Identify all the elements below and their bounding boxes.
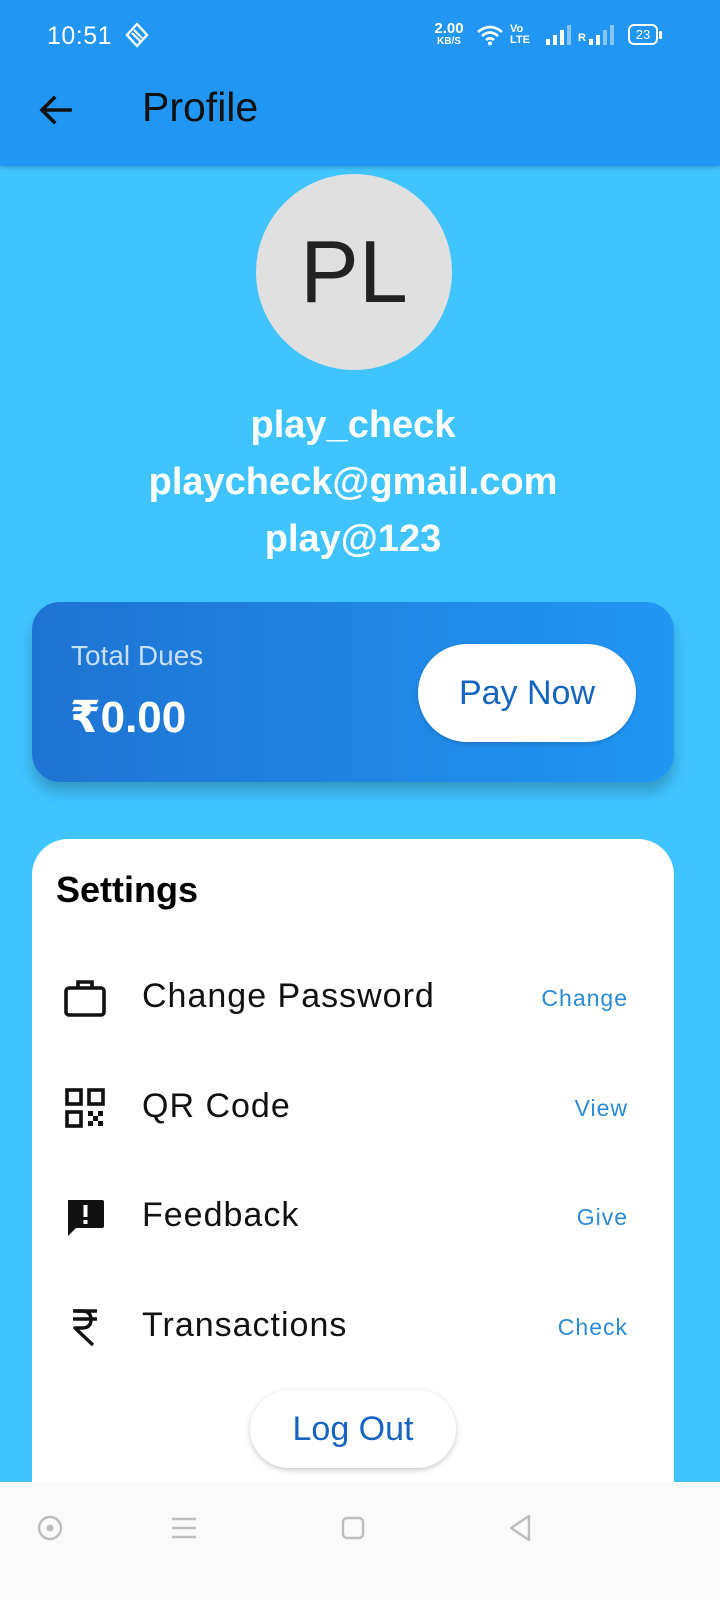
settings-item-label: QR Code <box>142 1087 291 1125</box>
menu-icon[interactable] <box>166 1510 202 1546</box>
settings-item-label: Feedback <box>142 1196 300 1234</box>
settings-item-change-password[interactable]: Change Password Change <box>32 953 674 1043</box>
username: play_check <box>250 404 456 446</box>
roaming-signal-icon: R <box>578 24 616 46</box>
settings-panel: Settings Change Password Change QR Code … <box>32 839 674 1519</box>
qr-code-action[interactable]: View <box>575 1095 628 1122</box>
settings-title: Settings <box>56 869 199 910</box>
settings-item-qr-code[interactable]: QR Code View <box>32 1063 674 1153</box>
rupee-icon <box>73 1309 97 1347</box>
network-speed: 2.00 KB/S <box>434 20 464 47</box>
app-header: 10:51 2.00 KB/S Vo LTE R 23 Profile <box>0 0 720 166</box>
settings-item-transactions[interactable]: Transactions Check <box>32 1282 674 1372</box>
battery-icon: 23 <box>628 24 662 45</box>
arrow-back-icon[interactable] <box>34 88 78 132</box>
dues-label: Total Dues <box>71 640 204 671</box>
pay-now-button[interactable]: Pay Now <box>418 644 636 742</box>
assistant-icon[interactable] <box>32 1510 68 1546</box>
home-icon[interactable] <box>335 1510 371 1546</box>
system-nav-bar <box>0 1482 720 1600</box>
logout-button[interactable]: Log Out <box>250 1390 456 1468</box>
transactions-action[interactable]: Check <box>558 1314 628 1341</box>
total-dues-card: Total Dues ₹0.00 Pay Now <box>32 602 674 782</box>
user-code: play@123 <box>264 518 442 560</box>
settings-item-feedback[interactable]: Feedback Give <box>32 1172 674 1262</box>
status-time: 10:51 <box>47 22 113 50</box>
qr-code-icon <box>65 1088 105 1128</box>
feedback-action[interactable]: Give <box>577 1204 628 1231</box>
signal-icon <box>546 25 571 45</box>
settings-item-label: Change Password <box>142 977 435 1015</box>
shield-icon <box>125 22 149 48</box>
settings-item-label: Transactions <box>142 1306 348 1344</box>
avatar: PL <box>256 174 452 370</box>
status-bar: 10:51 2.00 KB/S Vo LTE R 23 <box>0 0 720 70</box>
volte-indicator: Vo LTE <box>510 23 530 46</box>
briefcase-icon <box>64 980 106 1017</box>
wifi-icon <box>477 25 503 46</box>
user-email: playcheck@gmail.com <box>148 461 558 503</box>
back-icon[interactable] <box>502 1510 538 1546</box>
page-title: Profile <box>142 84 259 130</box>
dues-amount: ₹0.00 <box>70 693 187 742</box>
change-password-action[interactable]: Change <box>541 985 628 1012</box>
feedback-icon <box>68 1200 104 1236</box>
